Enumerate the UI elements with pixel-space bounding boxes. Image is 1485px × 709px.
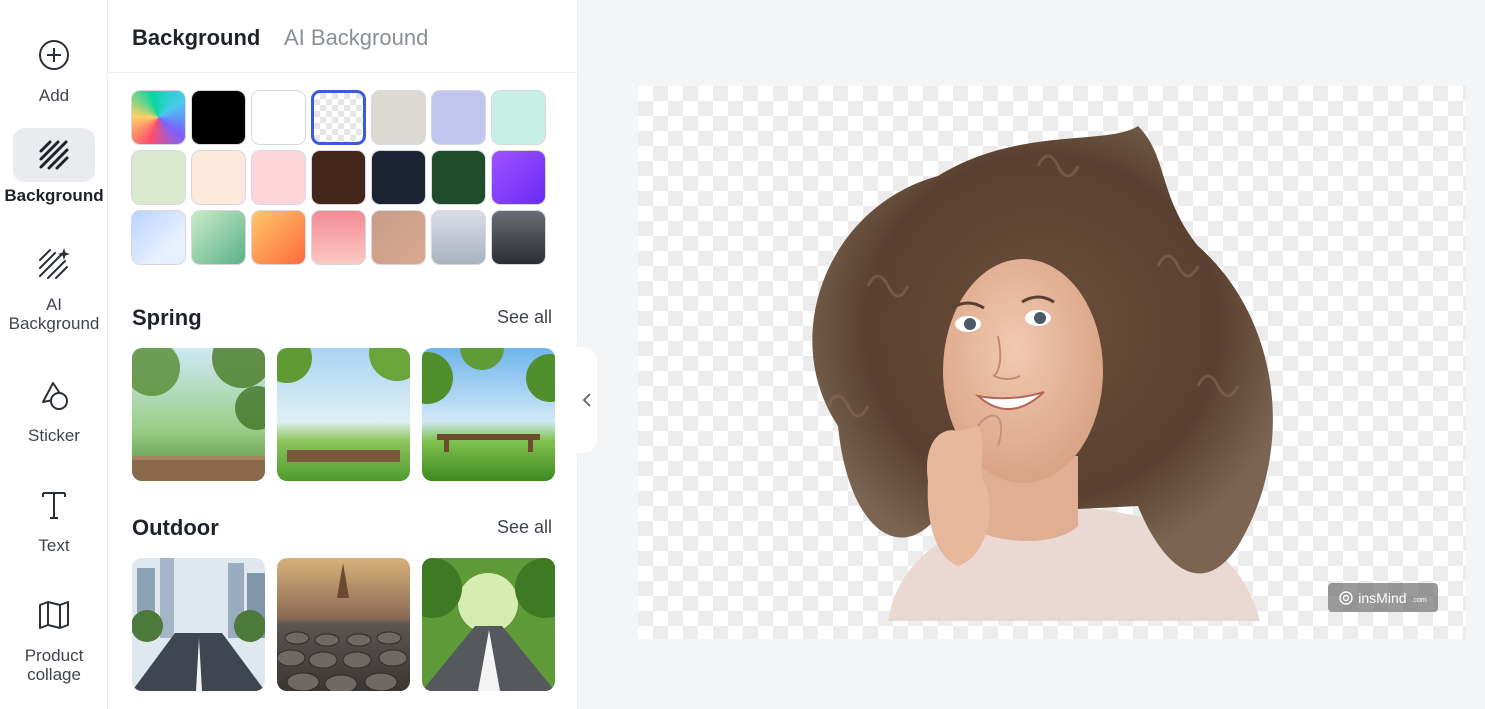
spring-thumbnail[interactable] <box>277 348 410 481</box>
rail-item-ai-background[interactable]: AI Background <box>0 237 108 333</box>
outdoor-thumbnail[interactable] <box>132 558 265 691</box>
outdoor-thumbnail[interactable] <box>277 558 410 691</box>
hatch-sparkle-icon <box>13 237 95 291</box>
rail-item-sticker[interactable]: Sticker <box>0 368 108 445</box>
swatch-charcoal-gradient[interactable] <box>491 210 546 265</box>
swatch-purple[interactable] <box>491 150 546 205</box>
swatch-sage[interactable] <box>131 150 186 205</box>
swatch-green-gradient[interactable] <box>191 210 246 265</box>
swatch-tan-gradient[interactable] <box>371 210 426 265</box>
section-title-spring: Spring <box>132 305 202 330</box>
image-canvas[interactable]: insMind .com <box>638 86 1466 639</box>
insmind-watermark: insMind .com <box>1328 583 1438 612</box>
swatch-brown[interactable] <box>311 150 366 205</box>
outdoor-thumbnail[interactable] <box>422 558 555 691</box>
section-title-outdoor: Outdoor <box>132 515 219 540</box>
rail-item-text[interactable]: Text <box>0 478 108 555</box>
rail-item-add[interactable]: Add <box>0 28 108 105</box>
plus-circle-icon <box>13 28 95 82</box>
swatch-mint[interactable] <box>491 90 546 145</box>
map-icon <box>13 588 95 642</box>
tab-ai-background[interactable]: AI Background <box>284 25 428 51</box>
swatch-peach[interactable] <box>191 150 246 205</box>
chevron-left-icon <box>582 393 591 407</box>
rail-label-product-collage: Product collage <box>24 646 84 684</box>
rail-item-product-collage[interactable]: Product collage <box>0 588 108 684</box>
collapse-panel-button[interactable] <box>577 347 597 453</box>
watermark-suffix: .com <box>1411 596 1427 604</box>
see-all-outdoor-link[interactable]: See all <box>497 517 552 538</box>
panel-tabs: Background AI Background <box>108 0 578 73</box>
tool-rail: Add Background AI Background Sticker Tex <box>0 0 108 709</box>
spring-thumbnails <box>132 348 555 481</box>
insmind-logo-icon <box>1339 590 1353 605</box>
hatch-icon <box>13 128 95 182</box>
swatch-transparent[interactable] <box>311 90 366 145</box>
spring-thumbnail[interactable] <box>422 348 555 481</box>
swatch-warm-gray[interactable] <box>371 90 426 145</box>
color-swatch-grid <box>131 90 551 265</box>
swatch-rainbow[interactable] <box>131 90 186 145</box>
swatch-navy[interactable] <box>371 150 426 205</box>
rail-label-sticker: Sticker <box>28 426 80 445</box>
swatch-rose-gradient[interactable] <box>311 210 366 265</box>
text-icon <box>13 478 95 532</box>
swatch-orange-gradient[interactable] <box>251 210 306 265</box>
swatch-white[interactable] <box>251 90 306 145</box>
swatch-silver-gradient[interactable] <box>431 210 486 265</box>
swatch-black[interactable] <box>191 90 246 145</box>
tab-background[interactable]: Background <box>132 25 260 51</box>
background-panel: Background AI Background Spring See all <box>108 0 578 709</box>
swatch-sky-gradient[interactable] <box>131 210 186 265</box>
rail-label-ai-background: AI Background <box>8 295 100 333</box>
see-all-spring-link[interactable]: See all <box>497 307 552 328</box>
rail-label-add: Add <box>38 86 70 105</box>
editor-app: Add Background AI Background Sticker Tex <box>0 0 1485 709</box>
sticker-icon <box>13 368 95 422</box>
rail-label-text: Text <box>38 536 70 555</box>
outdoor-thumbnails <box>132 558 555 691</box>
rail-item-background[interactable]: Background <box>0 128 108 205</box>
swatch-forest[interactable] <box>431 150 486 205</box>
spring-thumbnail[interactable] <box>132 348 265 481</box>
rail-label-background: Background <box>4 186 104 205</box>
cutout-subject-image <box>812 126 1273 621</box>
swatch-lavender[interactable] <box>431 90 486 145</box>
watermark-brand: insMind <box>1358 589 1407 606</box>
swatch-pink[interactable] <box>251 150 306 205</box>
